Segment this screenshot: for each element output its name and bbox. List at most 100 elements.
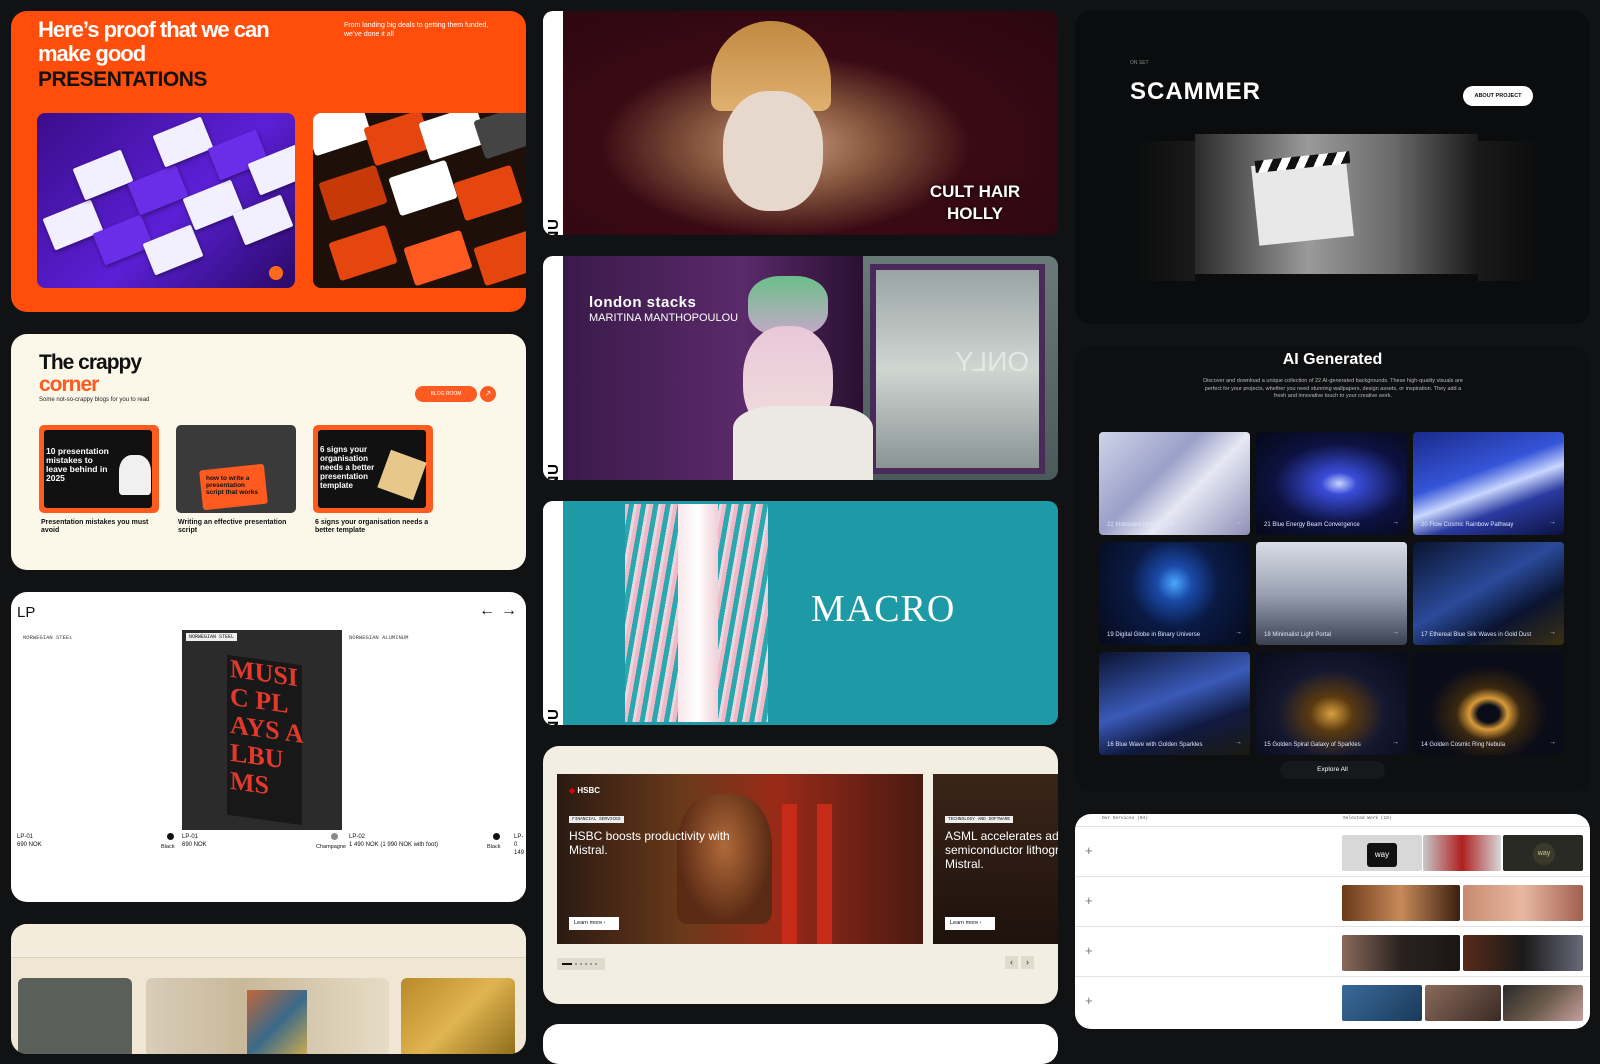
poster-text: MUSIC PLAYS ALBUMS bbox=[230, 653, 304, 801]
work-header: Selected Work (18) bbox=[1343, 816, 1392, 821]
arrow-up-right-icon[interactable]: ↗ bbox=[480, 386, 496, 402]
purple-slides-preview bbox=[37, 113, 295, 288]
ai-background-tile[interactable]: 19 Digital Globe in Binary Universe → bbox=[1099, 542, 1250, 645]
arrow-right-icon[interactable]: → bbox=[1392, 629, 1399, 636]
arrow-right-icon[interactable]: → bbox=[1235, 739, 1242, 746]
hsbc-story-slide[interactable]: ◆ HSBC FINANCIAL SERVICES HSBC boosts pr… bbox=[557, 774, 923, 944]
explore-all-button[interactable]: Explore All bbox=[1280, 761, 1385, 779]
arrow-left-icon[interactable]: ← bbox=[479, 602, 501, 619]
asml-story-slide[interactable]: TECHNOLOGY AND SOFTWARE ASML accelerates… bbox=[933, 774, 1058, 944]
crappy-title-accent: corner bbox=[39, 373, 99, 396]
hsbc-logo: ◆ HSBC bbox=[569, 786, 601, 795]
ai-generated-card: AI Generated Discover and download a uni… bbox=[1075, 346, 1590, 792]
service-row[interactable]: + bbox=[1075, 926, 1590, 976]
ai-background-tile[interactable]: 20 Flow Cosmic Rainbow Pathway → bbox=[1413, 432, 1564, 535]
ai-tile-label: 16 Blue Wave with Golden Sparkles bbox=[1107, 742, 1203, 748]
color-label: Black bbox=[487, 844, 501, 850]
ai-tile-label: 21 Blue Energy Beam Convergence bbox=[1264, 522, 1360, 528]
arrow-right-icon[interactable]: → bbox=[1549, 629, 1556, 636]
plus-icon[interactable]: + bbox=[1085, 993, 1093, 1008]
carousel-arrows[interactable]: ←→ bbox=[479, 602, 523, 620]
arrow-right-icon[interactable]: → bbox=[1549, 519, 1556, 526]
ai-background-tile[interactable]: 22 Iridescent Holographic → bbox=[1099, 432, 1250, 535]
lp-product-card: LP ←→ NORWEGIAN STEEL NORWEGIAN STEEL MU… bbox=[11, 592, 526, 902]
color-swatch[interactable] bbox=[167, 833, 174, 840]
industry-tag: FINANCIAL SERVICES bbox=[569, 816, 624, 823]
ai-tile-label: 20 Flow Cosmic Rainbow Pathway bbox=[1421, 522, 1514, 528]
services-work-card: Our Services (04) Selected Work (18) + w… bbox=[1075, 814, 1590, 1029]
macro-card[interactable]: INFRINGE MENU INFRINGE MENU INFRINGE MEN… bbox=[543, 501, 1058, 725]
ai-background-tile[interactable]: 15 Golden Spiral Galaxy of Sparkles → bbox=[1256, 652, 1407, 755]
blog-post-caption[interactable]: Presentation mistakes you must avoid bbox=[41, 519, 156, 535]
menu-strip[interactable]: INFRINGE MENU INFRINGE MENU INFRINGE MEN… bbox=[543, 11, 563, 235]
ai-description: Discover and download a unique collectio… bbox=[1203, 378, 1463, 399]
interior-gallery-card[interactable] bbox=[11, 924, 526, 1054]
plus-icon[interactable]: + bbox=[1085, 843, 1093, 858]
lp-item-meta[interactable]: LP-01 690 NOK bbox=[182, 833, 207, 849]
service-row[interactable]: + bbox=[1075, 876, 1590, 926]
blog-thumb-text: 10 presentation mistakes to leave behind… bbox=[46, 446, 109, 483]
ai-tile-label: 14 Golden Cosmic Ring Nebula bbox=[1421, 742, 1506, 748]
learn-more-button[interactable]: Learn more › bbox=[945, 917, 995, 930]
arrow-right-icon[interactable]: → bbox=[1235, 629, 1242, 636]
menu-strip[interactable]: INFRINGE MENU INFRINGE MENU INFRINGE MEN… bbox=[543, 256, 563, 480]
plus-icon[interactable]: + bbox=[1085, 893, 1093, 908]
material-tag: NORWEGIAN ALUMINUM bbox=[349, 634, 409, 641]
blog-room-button[interactable]: BLOG ROOM bbox=[415, 386, 477, 402]
color-label: Black bbox=[161, 844, 175, 850]
arrow-icon bbox=[269, 266, 283, 280]
ai-tile-label: 15 Golden Spiral Galaxy of Sparkles bbox=[1264, 742, 1361, 748]
ai-title: AI Generated bbox=[1282, 351, 1383, 368]
lp-item-meta[interactable]: LP-02 1 490 NOK (1 990 NOK with foot) bbox=[349, 833, 438, 849]
industry-tag: TECHNOLOGY AND SOFTWARE bbox=[945, 816, 1014, 823]
scammer-project-card[interactable]: ON SET SCAMMER ABOUT PROJECT bbox=[1075, 11, 1590, 324]
arrow-right-icon[interactable]: → bbox=[1235, 519, 1242, 526]
window-lettering: ONLY bbox=[955, 346, 1030, 377]
blog-thumb-text: 6 signs your organisation needs a better… bbox=[320, 445, 375, 490]
service-row[interactable]: + way way bbox=[1075, 826, 1590, 876]
blog-corner-card: The crappy corner Some not-so-crappy blo… bbox=[11, 334, 526, 570]
story-headline: ASML accelerates adv semiconductor litho… bbox=[945, 829, 1058, 871]
blog-post-thumb[interactable]: 6 signs your organisation needs a better… bbox=[313, 425, 433, 513]
blog-post-caption[interactable]: 6 signs your organisation needs a better… bbox=[315, 519, 430, 535]
ai-background-tile[interactable]: 21 Blue Energy Beam Convergence → bbox=[1256, 432, 1407, 535]
learn-more-button[interactable]: Learn more › bbox=[569, 917, 619, 930]
chevron-left-icon[interactable]: ‹ bbox=[1005, 956, 1018, 969]
arrow-right-icon[interactable]: → bbox=[1392, 519, 1399, 526]
blog-post-caption[interactable]: Writing an effective presentation script bbox=[178, 519, 293, 535]
blog-post-thumb[interactable]: how to write a presentation script that … bbox=[176, 425, 296, 513]
partial-card bbox=[543, 1024, 1058, 1064]
proof-headline-dark: PRESENTATIONS bbox=[38, 68, 207, 91]
carousel-dots[interactable] bbox=[557, 958, 605, 970]
customer-stories-card: ◆ HSBC FINANCIAL SERVICES HSBC boosts pr… bbox=[543, 746, 1058, 1004]
lp-item-meta[interactable]: LP-0 149 bbox=[514, 833, 526, 857]
menu-strip[interactable]: INFRINGE MENU INFRINGE MENU INFRINGE MEN… bbox=[543, 501, 563, 725]
london-stacks-card[interactable]: INFRINGE MENU INFRINGE MENU INFRINGE MEN… bbox=[543, 256, 1058, 480]
arrow-right-icon[interactable]: → bbox=[1392, 739, 1399, 746]
service-row[interactable]: + bbox=[1075, 976, 1590, 1026]
crappy-title: The crappy bbox=[39, 351, 142, 374]
chevron-right-icon[interactable]: › bbox=[1021, 956, 1034, 969]
ai-background-tile[interactable]: 17 Ethereal Blue Silk Waves in Gold Dust… bbox=[1413, 542, 1564, 645]
arrow-right-icon[interactable]: → bbox=[1549, 739, 1556, 746]
lp-item-meta[interactable]: LP-01 690 NOK bbox=[17, 833, 42, 849]
about-project-button[interactable]: ABOUT PROJECT bbox=[1463, 86, 1533, 106]
macro-title: MACRO bbox=[811, 588, 956, 630]
presentation-proof-card[interactable]: Here’s proof that we can make good PRESE… bbox=[11, 11, 526, 312]
proof-headline: Here’s proof that we can make good bbox=[38, 17, 270, 66]
lp-poster-image[interactable]: NORWEGIAN STEEL MUSIC PLAYS ALBUMS bbox=[182, 630, 342, 830]
cult-hair-card[interactable]: INFRINGE MENU INFRINGE MENU INFRINGE MEN… bbox=[543, 11, 1058, 235]
material-tag: NORWEGIAN STEEL bbox=[186, 633, 238, 641]
ai-background-tile[interactable]: 14 Golden Cosmic Ring Nebula → bbox=[1413, 652, 1564, 755]
arrow-right-icon[interactable]: → bbox=[501, 602, 523, 619]
plus-icon[interactable]: + bbox=[1085, 943, 1093, 958]
ai-background-tile[interactable]: 16 Blue Wave with Golden Sparkles → bbox=[1099, 652, 1250, 755]
material-tag: NORWEGIAN STEEL bbox=[23, 634, 73, 641]
ai-tile-label: 18 Minimalist Light Portal bbox=[1264, 632, 1332, 638]
story-headline: HSBC boosts productivity with Mistral. bbox=[569, 829, 730, 857]
color-swatch[interactable] bbox=[331, 833, 338, 840]
london-title: london stacks bbox=[589, 294, 697, 311]
blog-post-thumb[interactable]: 10 presentation mistakes to leave behind… bbox=[39, 425, 159, 513]
ai-background-tile[interactable]: 18 Minimalist Light Portal → bbox=[1256, 542, 1407, 645]
color-swatch[interactable] bbox=[493, 833, 500, 840]
